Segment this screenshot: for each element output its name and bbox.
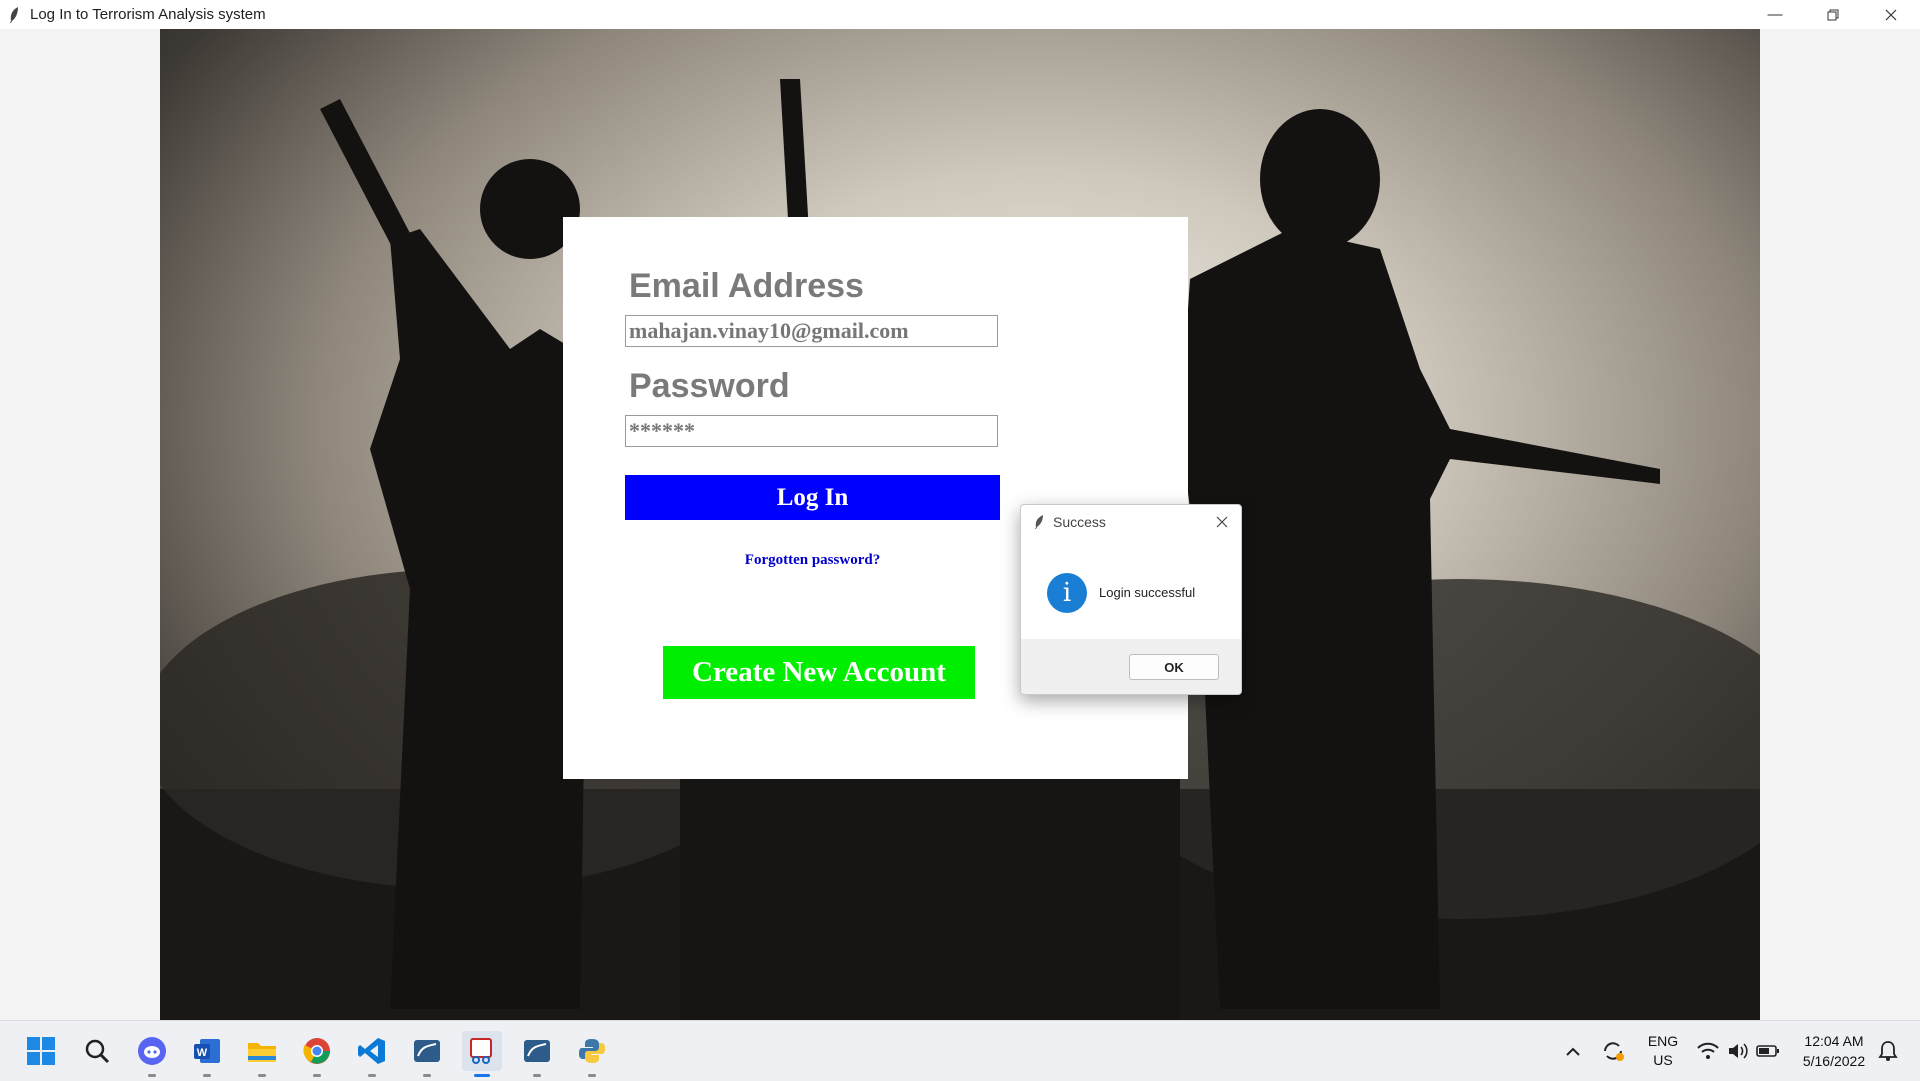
ok-button[interactable]: OK xyxy=(1129,654,1219,680)
login-button[interactable]: Log In xyxy=(625,475,1000,520)
create-account-button[interactable]: Create New Account xyxy=(663,646,975,699)
dialog-title: Success xyxy=(1053,514,1106,530)
chevron-up-icon[interactable] xyxy=(1553,1035,1593,1067)
volume-icon[interactable] xyxy=(1722,1035,1754,1067)
battery-icon[interactable] xyxy=(1752,1035,1784,1067)
language-code: ENG xyxy=(1647,1033,1679,1049)
taskbar: W ENG US 12:04 AM 5/16/2022 xyxy=(0,1020,1920,1081)
forgotten-password-link[interactable]: Forgotten password? xyxy=(625,552,1000,569)
password-label: Password xyxy=(629,367,790,405)
python-icon[interactable] xyxy=(572,1031,612,1077)
window-title: Log In to Terrorism Analysis system xyxy=(30,6,266,23)
language-indicator[interactable]: ENG US xyxy=(1646,1032,1680,1070)
clock-date: 5/16/2022 xyxy=(1802,1053,1866,1069)
email-label: Email Address xyxy=(629,267,864,305)
password-field[interactable]: ****** xyxy=(625,415,998,447)
svg-text:W: W xyxy=(197,1047,208,1059)
chrome-icon[interactable] xyxy=(297,1031,337,1077)
window-titlebar: Log In to Terrorism Analysis system — xyxy=(0,0,1920,29)
restore-button[interactable] xyxy=(1804,0,1862,29)
dialog-titlebar: Success xyxy=(1021,505,1241,539)
minimize-button[interactable]: — xyxy=(1746,0,1804,29)
feather-icon xyxy=(1033,514,1045,530)
dialog-close-icon[interactable] xyxy=(1213,513,1231,531)
success-dialog: Success i Login successful OK xyxy=(1020,504,1242,695)
wifi-icon[interactable] xyxy=(1692,1035,1724,1067)
email-field[interactable]: mahajan.vinay10@gmail.com xyxy=(625,315,998,347)
info-icon: i xyxy=(1047,573,1087,613)
vscode-icon[interactable] xyxy=(352,1031,392,1077)
search-icon[interactable] xyxy=(77,1031,117,1071)
clock[interactable]: 12:04 AM 5/16/2022 xyxy=(1786,1031,1882,1071)
dialog-message: Login successful xyxy=(1099,585,1196,600)
clock-time: 12:04 AM xyxy=(1804,1033,1864,1049)
mysql-workbench-icon[interactable] xyxy=(517,1031,557,1077)
file-explorer-icon[interactable] xyxy=(242,1031,282,1077)
word-icon[interactable]: W xyxy=(187,1031,227,1077)
sync-icon[interactable] xyxy=(1593,1035,1633,1067)
snipping-tool-icon[interactable] xyxy=(462,1031,502,1077)
feather-icon xyxy=(8,6,22,24)
notification-bell-icon[interactable] xyxy=(1872,1035,1904,1067)
mysql-workbench-icon[interactable] xyxy=(407,1031,447,1077)
start-icon[interactable] xyxy=(21,1031,61,1071)
discord-icon[interactable] xyxy=(132,1031,172,1077)
close-button[interactable] xyxy=(1862,0,1920,29)
app-client-area: Email Address mahajan.vinay10@gmail.com … xyxy=(0,29,1920,1020)
language-region: US xyxy=(1653,1052,1673,1068)
